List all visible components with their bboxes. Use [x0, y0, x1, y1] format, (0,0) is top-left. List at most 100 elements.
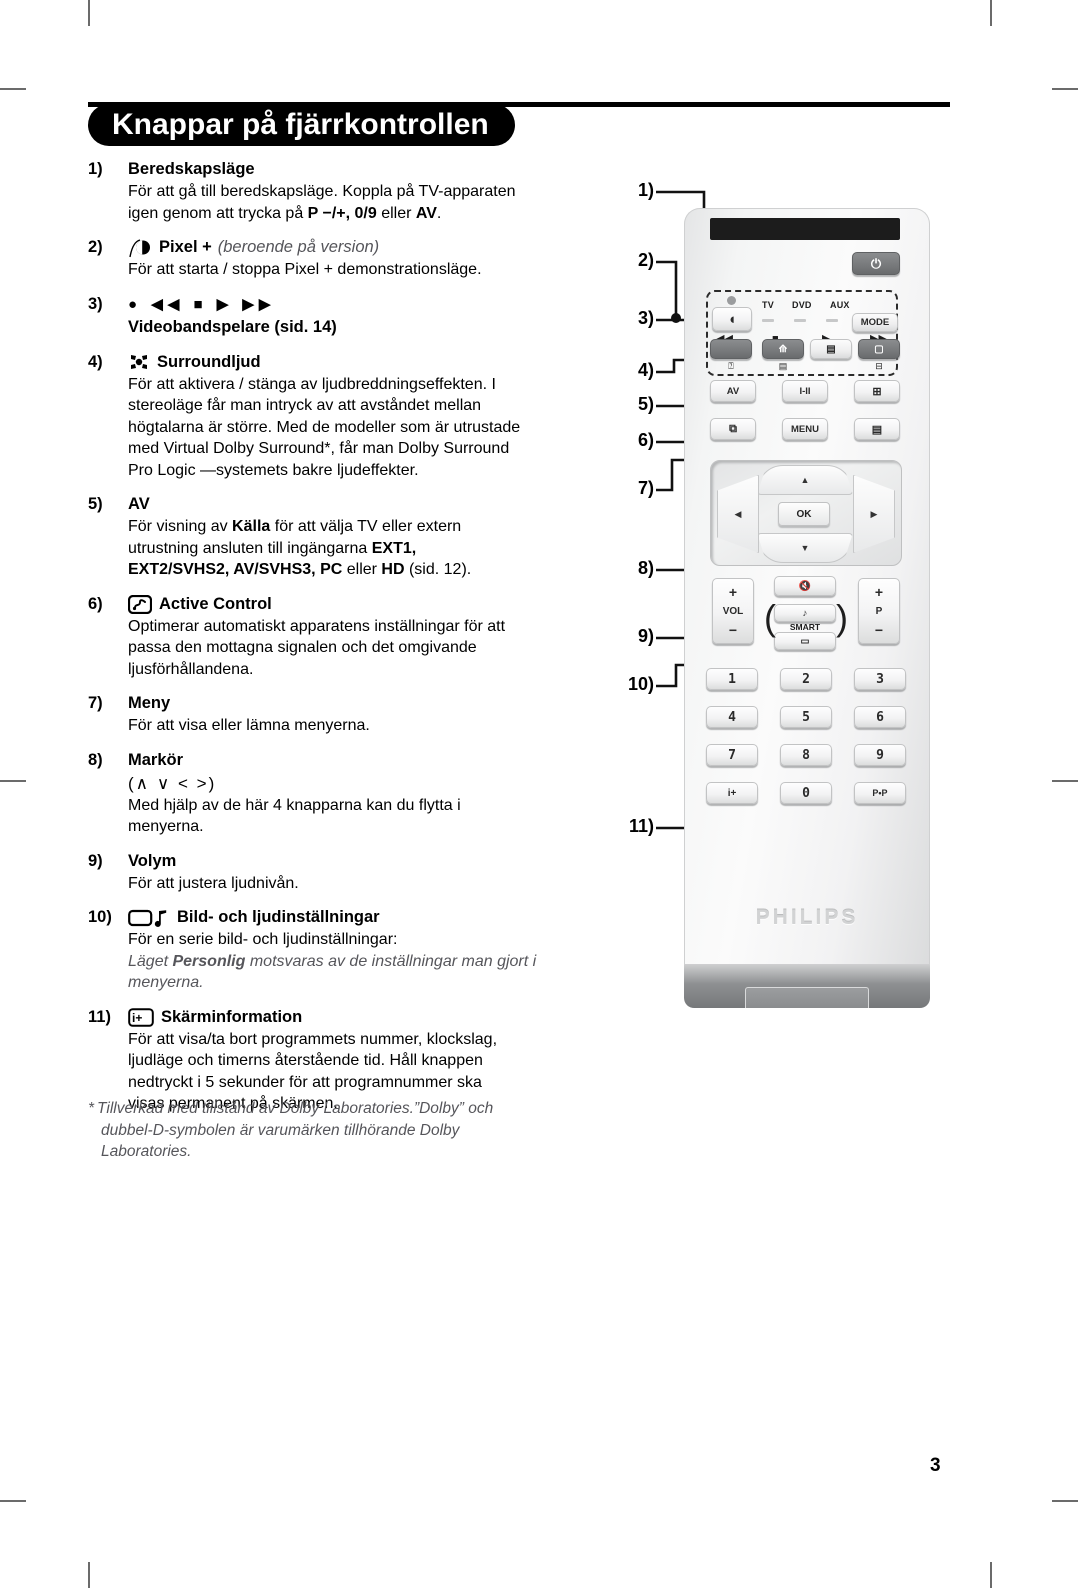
callout-2: 2) — [637, 250, 654, 270]
av-button[interactable]: AV — [710, 380, 756, 402]
function-key-teletext[interactable]: ▤ — [810, 339, 852, 359]
footnote-line-3: Laboratories. — [101, 1143, 192, 1160]
footnote: * Tillverkad med tillstånd av Dolby Labor… — [88, 1098, 538, 1163]
digit-2-label: 2 — [802, 671, 810, 687]
entry-line: igen genom att trycka på P −/+, 0/9 elle… — [128, 204, 442, 222]
digit-4-button[interactable]: 4 — [706, 706, 758, 728]
screen-format-button[interactable]: ⊞ — [854, 380, 900, 402]
smart-sound-button[interactable]: ♪ — [774, 604, 836, 622]
digit-6-button[interactable]: 6 — [854, 706, 906, 728]
entry-line: Läget Personlig motsvaras av de inställn… — [128, 952, 537, 970]
entry-line: För en serie bild- och ljudinställningar… — [128, 931, 398, 948]
entry-header: 5) AV — [88, 493, 558, 516]
digit-5-button[interactable]: 5 — [780, 706, 832, 728]
screen-info-button[interactable]: i+ — [706, 782, 758, 804]
footnote-line-2: dubbel-D-symbolen är varumärken tillhöra… — [101, 1121, 460, 1139]
teletext-list-button[interactable]: ▤ — [854, 418, 900, 440]
entry-line: menyerna. — [128, 818, 204, 835]
remote-button-entry: 1) Beredskapsläge För att gå till beredska… — [88, 158, 558, 224]
pixel-plus-button[interactable]: ◖ — [712, 307, 752, 331]
entry-line: stereoläge får man intryck av att avstån… — [128, 397, 482, 414]
entry-title: Skärminformation — [161, 1007, 303, 1026]
entry-line: För att aktivera / stänga av ljudbreddni… — [128, 375, 496, 393]
crop-mark-bottom-left-v — [88, 1562, 90, 1588]
remote-button-entry: 8) Markör (∧ ∨ < >) Med hjälp av de här 4 k… — [88, 749, 558, 838]
nav-right-button[interactable]: ▶ — [853, 475, 895, 553]
volume-rocker[interactable]: + VOL − — [712, 578, 754, 644]
page-number: 3 — [930, 1455, 941, 1476]
entry-line: högtalarna är större. Med de modeller so… — [128, 418, 521, 436]
digit-9-label: 9 — [876, 747, 884, 763]
entry-line: utrustning ansluten till ingängarna EXT1… — [128, 539, 417, 557]
callout-7: 7) — [637, 478, 654, 498]
surround-sound-icon: ⟰ — [778, 343, 788, 355]
mute-icon: 🔇 — [798, 580, 812, 592]
digit-9-button[interactable]: 9 — [854, 744, 906, 766]
entry-title-row: Surroundljud — [128, 351, 558, 374]
footnote-line-1: Tillverkad med tillstånd av Dolby Labora… — [97, 1100, 494, 1117]
smart-bracket-right: ) — [836, 597, 848, 638]
entry-line: För att visa/ta bort programmets nummer,… — [128, 1030, 498, 1048]
digit-8-button[interactable]: 8 — [780, 744, 832, 766]
entry-subtitle: Videobandspelare (sid. 14) — [128, 317, 337, 336]
entry-line: För att gå till beredskapsläge. Koppla p… — [128, 183, 516, 200]
entry-line: nedtryckt i 5 sekunder för att programnu… — [128, 1073, 482, 1091]
source-led-3 — [826, 319, 838, 322]
format-icon: ▢ — [874, 343, 884, 355]
entry-header: 8) Markör — [88, 749, 558, 772]
active-control-button[interactable]: ⧉ — [710, 418, 756, 440]
battery-cover-notch — [745, 987, 869, 1008]
entry-title: Surroundljud — [157, 352, 261, 371]
active-control-icon: ⧉ — [729, 422, 737, 435]
callout-11: 11) — [628, 816, 654, 836]
entry-number: 4) — [88, 352, 103, 371]
entry-title-row: Meny — [128, 692, 558, 715]
mode-button[interactable]: MODE — [852, 313, 898, 332]
volume-label: VOL — [722, 605, 744, 617]
remote-button-list: 1) Beredskapsläge För att gå till beredska… — [88, 158, 558, 1127]
entry-line: ljudläge och timerns återstående tid. Hå… — [128, 1052, 483, 1069]
digit-2-button[interactable]: 2 — [780, 668, 832, 690]
teletext-icon: ▤ — [826, 343, 836, 355]
nav-down-button[interactable]: ▼ — [757, 533, 853, 563]
digit-0-label: 0 — [802, 785, 810, 801]
entry-line: Med hjälp av de här 4 knapparna kan du f… — [128, 796, 461, 814]
digit-1-button[interactable]: 1 — [706, 668, 758, 690]
digit-3-button[interactable]: 3 — [854, 668, 906, 690]
ok-button[interactable]: OK — [778, 502, 830, 526]
power-icon: ⏻ — [870, 255, 882, 271]
prev-program-button[interactable]: P•P — [854, 782, 906, 804]
function-key-format[interactable]: ▢ — [858, 339, 900, 359]
entry-number: 7) — [88, 694, 103, 712]
smart-picture-button[interactable]: ▭ — [774, 632, 836, 650]
picture-sound-icon — [128, 908, 170, 928]
mute-button[interactable]: 🔇 — [774, 576, 836, 596]
entry-title-row: i+ Skärminformation — [128, 1006, 558, 1029]
program-rocker[interactable]: + P − — [858, 578, 900, 644]
crop-mark-mid-right-h — [1052, 780, 1078, 782]
function-key-surround[interactable]: ⟰ — [762, 339, 804, 359]
crop-mark-top-right-v — [990, 0, 992, 26]
entry-line: För att justera ljudnivån. — [128, 874, 299, 892]
digit-8-label: 8 — [802, 747, 810, 763]
digit-0-button[interactable]: 0 — [780, 782, 832, 804]
digit-7-button[interactable]: 7 — [706, 744, 758, 766]
function-key-1[interactable] — [710, 339, 752, 359]
crop-mark-top-left-v — [88, 0, 90, 26]
digit-3-label: 3 — [876, 671, 884, 687]
sound-mode-button[interactable]: I-II — [782, 380, 828, 402]
nav-up-button[interactable]: ▲ — [757, 465, 853, 495]
entry-title: Beredskapsläge — [128, 160, 255, 178]
entry-number: 2) — [88, 238, 103, 256]
entry-number: 9) — [88, 851, 103, 870]
crop-mark-bottom-left-h — [0, 1500, 26, 1502]
remote-button-entry: 4) Surroundljud För att aktivera / stänga … — [88, 351, 558, 482]
program-up-label: + — [874, 584, 884, 600]
function-sub-4: ⊟ — [875, 361, 883, 371]
menu-button[interactable]: MENU — [782, 418, 828, 440]
callout-3: 3) — [637, 308, 654, 328]
callout-5: 5) — [637, 394, 654, 414]
callout-8: 8) — [637, 558, 654, 578]
nav-left-button[interactable]: ◀ — [717, 475, 759, 553]
power-button[interactable]: ⏻ — [852, 252, 900, 275]
